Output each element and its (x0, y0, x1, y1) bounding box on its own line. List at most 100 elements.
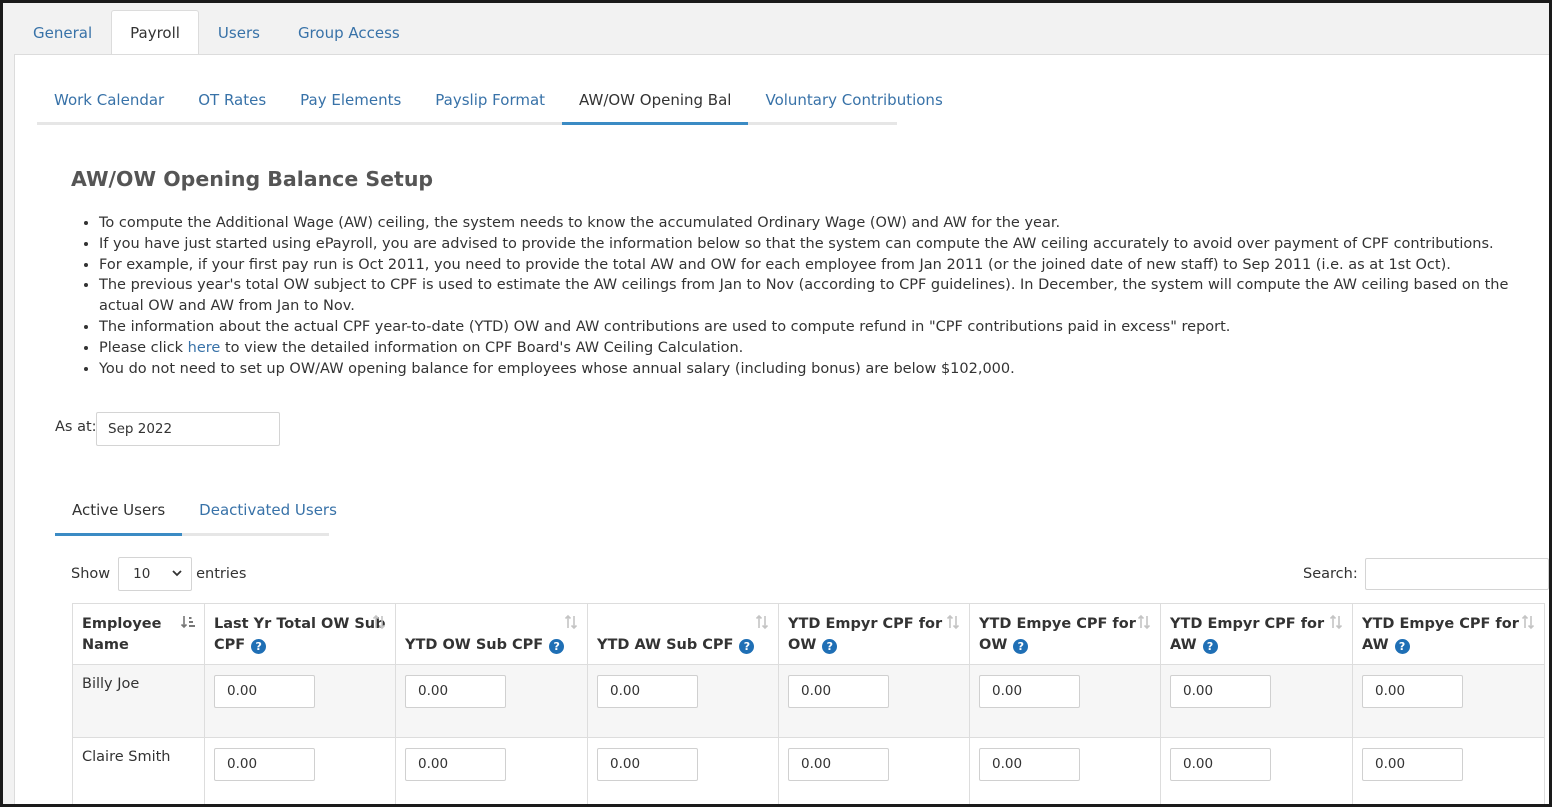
info-item: If you have just started using ePayroll,… (99, 234, 1545, 255)
ytd-aw-input[interactable]: 0.00 (597, 675, 698, 708)
info-item: For example, if your first pay run is Oc… (99, 255, 1545, 276)
sort-icon (1521, 614, 1535, 630)
tab-ot-rates[interactable]: OT Rates (181, 79, 283, 122)
column-header-label: Last Yr Total OW Sub CPF (214, 616, 386, 653)
sort-icon (755, 614, 769, 630)
tab-pay-elements[interactable]: Pay Elements (283, 79, 418, 122)
sort-ascending-icon (180, 616, 195, 629)
table-cell: 0.00 (587, 737, 779, 807)
ytd-empye-cpf-ow-input[interactable]: 0.00 (979, 675, 1080, 708)
info-item: You do not need to set up OW/AW opening … (99, 359, 1545, 380)
table-row: Billy Joe 0.00 0.00 0.00 0.00 0.00 0.00 … (72, 664, 1545, 738)
as-at-label: As at: (55, 419, 97, 435)
info-item: Please click here to view the detailed i… (99, 338, 1545, 359)
page-title: AW/OW Opening Balance Setup (71, 167, 434, 191)
info-item: The previous year's total OW subject to … (99, 275, 1545, 317)
last-yr-total-ow-input[interactable]: 0.00 (214, 675, 315, 708)
column-header-label: YTD AW Sub CPF (597, 636, 734, 653)
sort-icon (372, 614, 386, 630)
table-cell: 0.00 (1160, 664, 1353, 738)
sort-icon (946, 614, 960, 630)
column-header-label: YTD Empyr CPF for AW (1170, 616, 1325, 653)
sort-icon (1137, 614, 1151, 630)
table-cell: 0.00 (395, 737, 588, 807)
column-header-ytd-empyr-cpf-aw[interactable]: YTD Empyr CPF for AW? (1160, 603, 1353, 665)
tab-group-access[interactable]: Group Access (279, 10, 419, 54)
search-input[interactable] (1364, 558, 1549, 590)
payroll-panel: Work Calendar OT Rates Pay Elements Pays… (14, 54, 1550, 807)
help-icon[interactable]: ? (251, 638, 267, 654)
info-item: The information about the actual CPF yea… (99, 317, 1545, 338)
column-header-ytd-ow-sub-cpf[interactable]: YTD OW Sub CPF? (395, 603, 588, 665)
aw-ceiling-info-link[interactable]: here (188, 340, 221, 356)
table-cell: 0.00 (969, 737, 1161, 807)
table-cell: 0.00 (395, 664, 588, 738)
column-header-label: YTD OW Sub CPF (405, 636, 544, 653)
table-cell: 0.00 (778, 737, 970, 807)
sort-icon (1329, 614, 1343, 630)
ytd-ow-input[interactable]: 0.00 (405, 748, 506, 781)
opening-balance-table: Employee Name Last Yr Total OW Sub CPF? (72, 603, 1545, 807)
table-cell: 0.00 (969, 664, 1161, 738)
last-yr-total-ow-input[interactable]: 0.00 (214, 748, 315, 781)
ytd-aw-input[interactable]: 0.00 (597, 748, 698, 781)
show-label: Show (71, 566, 111, 582)
ytd-empyr-cpf-aw-input[interactable]: 0.00 (1170, 675, 1271, 708)
tab-active-users[interactable]: Active Users (55, 491, 183, 536)
column-header-ytd-empye-cpf-aw[interactable]: YTD Empye CPF for AW? (1352, 603, 1545, 665)
employee-name: Billy Joe (82, 676, 140, 692)
column-header-label: Employee Name (82, 616, 162, 653)
ytd-ow-input[interactable]: 0.00 (405, 675, 506, 708)
help-icon[interactable]: ? (549, 638, 565, 654)
info-list: To compute the Additional Wage (AW) ceil… (99, 213, 1545, 379)
column-header-ytd-empyr-cpf-ow[interactable]: YTD Empyr CPF for OW? (778, 603, 970, 665)
tab-deactivated-users[interactable]: Deactivated Users (182, 491, 354, 533)
user-tab-bar: Active Users Deactivated Users (55, 491, 337, 536)
info-text: Please click (99, 339, 188, 356)
column-header-ytd-aw-sub-cpf[interactable]: YTD AW Sub CPF? (587, 603, 779, 665)
tab-voluntary-contributions[interactable]: Voluntary Contributions (748, 79, 959, 122)
table-cell: 0.00 (204, 664, 396, 738)
table-header-row: Employee Name Last Yr Total OW Sub CPF? (72, 603, 1545, 665)
table-cell: 0.00 (204, 737, 396, 807)
ytd-empyr-cpf-aw-input[interactable]: 0.00 (1170, 748, 1271, 781)
column-header-ytd-empye-cpf-ow[interactable]: YTD Empye CPF for OW? (969, 603, 1161, 665)
employee-name: Claire Smith (82, 749, 171, 765)
employee-name-cell: Claire Smith (72, 737, 205, 807)
help-icon[interactable]: ? (1202, 638, 1218, 654)
ytd-empye-cpf-ow-input[interactable]: 0.00 (979, 748, 1080, 781)
ytd-empye-cpf-aw-input[interactable]: 0.00 (1362, 675, 1463, 708)
help-icon[interactable]: ? (822, 638, 838, 654)
tab-aw-ow-opening-bal[interactable]: AW/OW Opening Bal (562, 79, 749, 125)
column-header-label: YTD Empyr CPF for OW (788, 616, 943, 653)
tab-users[interactable]: Users (199, 10, 279, 54)
help-icon[interactable]: ? (1394, 638, 1410, 654)
tab-payroll[interactable]: Payroll (111, 10, 199, 54)
column-header-label: YTD Empye CPF for AW (1362, 616, 1519, 653)
info-item: To compute the Additional Wage (AW) ceil… (99, 213, 1545, 234)
ytd-empyr-cpf-ow-input[interactable]: 0.00 (788, 675, 889, 708)
column-header-last-yr-total-ow[interactable]: Last Yr Total OW Sub CPF? (204, 603, 396, 665)
table-cell: 0.00 (778, 664, 970, 738)
as-at-input[interactable]: Sep 2022 (96, 412, 280, 446)
entries-label: entries (196, 566, 247, 582)
column-header-employee-name[interactable]: Employee Name (72, 603, 205, 665)
tab-work-calendar[interactable]: Work Calendar (37, 79, 181, 122)
payroll-sub-tab-bar: Work Calendar OT Rates Pay Elements Pays… (37, 79, 943, 125)
entries-select[interactable]: 10 (118, 557, 193, 591)
table-row: Claire Smith 0.00 0.00 0.00 0.00 0.00 0.… (72, 737, 1545, 807)
chevron-down-icon (172, 570, 182, 577)
top-tab-bar: General Payroll Users Group Access (14, 10, 419, 54)
employee-name-cell: Billy Joe (72, 664, 205, 738)
entries-value: 10 (133, 566, 151, 582)
tab-payslip-format[interactable]: Payslip Format (418, 79, 562, 122)
help-icon[interactable]: ? (1013, 638, 1029, 654)
table-cell: 0.00 (1352, 664, 1545, 738)
search-label: Search: (1303, 566, 1358, 582)
ytd-empyr-cpf-ow-input[interactable]: 0.00 (788, 748, 889, 781)
tab-general[interactable]: General (14, 10, 111, 54)
info-text: to view the detailed information on CPF … (220, 339, 744, 356)
help-icon[interactable]: ? (739, 638, 755, 654)
column-header-label: YTD Empye CPF for OW (979, 616, 1136, 653)
ytd-empye-cpf-aw-input[interactable]: 0.00 (1362, 748, 1463, 781)
